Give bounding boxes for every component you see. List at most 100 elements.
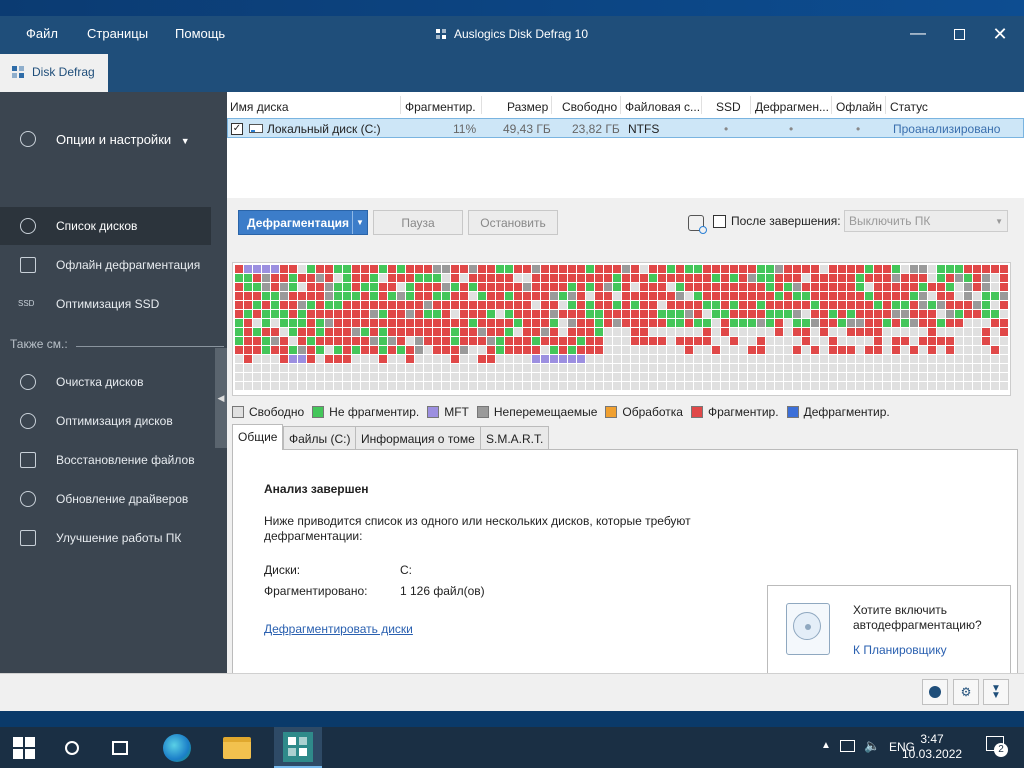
edge-taskbar-button[interactable] xyxy=(153,727,201,768)
task-view-button[interactable] xyxy=(96,727,144,768)
cluster-legend: Свободно Не фрагментир. MFT Неперемещаемые О… xyxy=(232,405,898,421)
column-header-free[interactable]: Свободно xyxy=(562,100,617,114)
drive-row-c[interactable]: ✓ Локальный диск (C:) 11% 49,43 ГБ 23,82… xyxy=(227,118,1024,138)
pause-button[interactable]: Пауза xyxy=(373,210,463,235)
cluster-block xyxy=(856,274,864,282)
cluster-block xyxy=(478,274,486,282)
cluster-block xyxy=(901,292,909,300)
clock[interactable]: 3:47 10.03.2022 xyxy=(902,732,962,762)
chevron-up-icon[interactable]: ▲ xyxy=(821,740,831,751)
cluster-block xyxy=(757,346,765,354)
cluster-block xyxy=(343,355,351,363)
cluster-block xyxy=(613,337,621,345)
disk-defrag-taskbar-button[interactable] xyxy=(274,727,322,768)
tab-disk-defrag[interactable]: Disk Defrag xyxy=(0,54,108,92)
cluster-block xyxy=(271,265,279,273)
sidebar-item-pc-boost[interactable]: Улучшение работы ПК xyxy=(0,519,211,557)
cluster-block xyxy=(721,364,729,372)
column-header-name[interactable]: Имя диска xyxy=(230,100,289,114)
stop-button[interactable]: Остановить xyxy=(468,210,558,235)
sidebar-collapse-handle[interactable]: ◀ xyxy=(215,348,227,448)
scheduler-button[interactable] xyxy=(922,679,948,705)
cluster-block xyxy=(982,319,990,327)
start-button[interactable] xyxy=(0,727,48,768)
tab-smart[interactable]: S.M.A.R.T. xyxy=(480,426,550,450)
sidebar-item-label: Улучшение работы ПК xyxy=(56,531,182,545)
volume-icon[interactable]: 🔈 xyxy=(864,738,880,754)
cluster-block xyxy=(649,382,657,390)
cluster-block xyxy=(703,274,711,282)
defragment-button[interactable]: Дефрагментация ▼ xyxy=(238,210,368,235)
column-header-status[interactable]: Статус xyxy=(890,100,928,114)
cluster-block xyxy=(370,328,378,336)
column-header-ssd[interactable]: SSD xyxy=(716,100,741,114)
cluster-block xyxy=(910,319,918,327)
cluster-block xyxy=(352,346,360,354)
cluster-block xyxy=(820,292,828,300)
cluster-block xyxy=(748,301,756,309)
tab-files[interactable]: Файлы (C:) xyxy=(283,426,357,450)
settings-button[interactable]: ⚙ xyxy=(953,679,979,705)
cluster-block xyxy=(496,346,504,354)
scheduler-link[interactable]: К Планировщику xyxy=(853,643,947,657)
explorer-taskbar-button[interactable] xyxy=(213,727,261,768)
cluster-block xyxy=(325,301,333,309)
maximize-button[interactable] xyxy=(939,16,979,52)
sidebar-item-disk-optimization[interactable]: Оптимизация дисков xyxy=(0,402,211,440)
after-completion-select[interactable]: Выключить ПК ▼ xyxy=(844,210,1008,232)
column-header-filesystem[interactable]: Файловая с... xyxy=(625,100,700,114)
cluster-block xyxy=(847,355,855,363)
cluster-block xyxy=(973,283,981,291)
cluster-block xyxy=(955,364,963,372)
sidebar-item-driver-update[interactable]: Обновление драйверов xyxy=(0,480,211,518)
sidebar-item-file-recovery[interactable]: Восстановление файлов xyxy=(0,441,211,479)
cluster-block xyxy=(532,301,540,309)
cluster-block xyxy=(532,346,540,354)
module-tab-bar: Disk Defrag xyxy=(0,52,1024,92)
column-header-offline[interactable]: Офлайн xyxy=(836,100,882,114)
drive-checkbox[interactable]: ✓ xyxy=(231,123,243,135)
cluster-block xyxy=(406,337,414,345)
tab-volume-info[interactable]: Информация о томе xyxy=(355,426,481,450)
column-divider xyxy=(400,96,401,114)
close-button[interactable]: ✕ xyxy=(980,16,1020,52)
cluster-block xyxy=(865,382,873,390)
defragment-disks-link[interactable]: Дефрагментировать диски xyxy=(264,622,413,636)
cluster-block xyxy=(478,292,486,300)
cluster-block xyxy=(271,355,279,363)
network-icon[interactable] xyxy=(840,740,855,752)
cluster-block xyxy=(280,355,288,363)
column-header-size[interactable]: Размер xyxy=(507,100,548,114)
sidebar-item-offline-defrag[interactable]: Офлайн дефрагментация xyxy=(0,246,211,284)
column-header-fragmented[interactable]: Фрагментир. xyxy=(405,100,476,114)
sidebar-item-ssd-optimization[interactable]: SSD Оптимизация SSD xyxy=(0,285,211,323)
sidebar-item-disk-cleanup[interactable]: Очистка дисков xyxy=(0,363,211,401)
options-settings-menu[interactable]: Опции и настройки ▼ xyxy=(0,122,227,156)
cluster-block xyxy=(568,310,576,318)
after-completion-checkbox[interactable] xyxy=(713,215,726,228)
expand-button[interactable]: ▼ ▼ xyxy=(983,679,1009,705)
cluster-block xyxy=(271,373,279,381)
notification-center-button[interactable]: 2 xyxy=(986,736,1008,757)
cluster-block xyxy=(577,265,585,273)
cluster-block xyxy=(415,310,423,318)
cluster-block xyxy=(613,310,621,318)
cluster-block xyxy=(784,346,792,354)
cluster-block xyxy=(289,301,297,309)
minimize-button[interactable]: — xyxy=(898,16,938,52)
cluster-block xyxy=(505,265,513,273)
cluster-block xyxy=(550,274,558,282)
cluster-block xyxy=(793,373,801,381)
defragment-dropdown-arrow[interactable]: ▼ xyxy=(352,211,367,234)
cluster-block xyxy=(514,283,522,291)
search-button[interactable] xyxy=(48,727,96,768)
column-header-defrag[interactable]: Дефрагмен... xyxy=(755,100,829,114)
cluster-block xyxy=(622,382,630,390)
cluster-block xyxy=(577,355,585,363)
cluster-block xyxy=(541,274,549,282)
cluster-block xyxy=(640,364,648,372)
cluster-block xyxy=(703,328,711,336)
sidebar-item-disk-list[interactable]: Список дисков xyxy=(0,207,211,245)
tab-general[interactable]: Общие xyxy=(232,424,284,450)
cluster-block xyxy=(487,265,495,273)
